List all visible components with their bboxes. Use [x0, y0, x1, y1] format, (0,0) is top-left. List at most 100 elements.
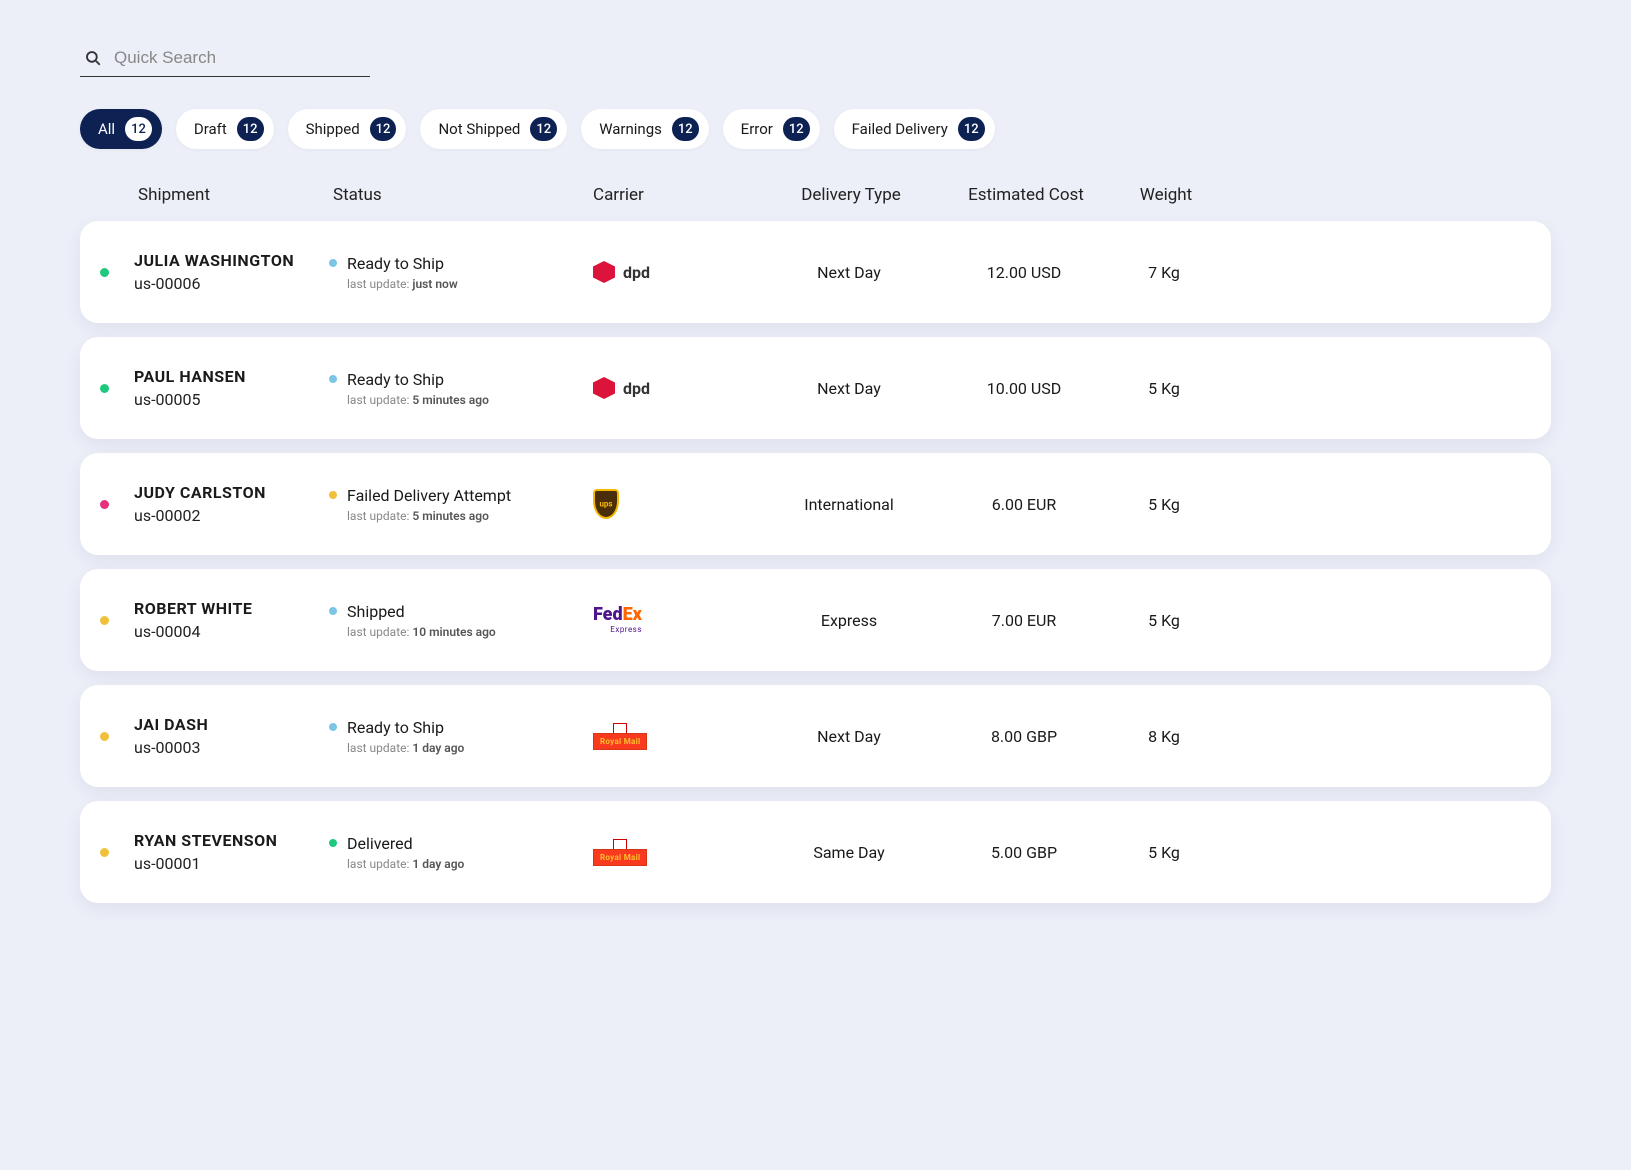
filter-label: Not Shipped	[438, 120, 520, 138]
status-bullet-icon	[329, 375, 337, 383]
row-status-dot-icon	[100, 500, 109, 509]
status-bullet-icon	[329, 839, 337, 847]
shipment-id: us-00004	[134, 622, 329, 641]
filter-count-badge: 12	[237, 117, 264, 141]
royalmail-text: Royal Mail	[593, 849, 647, 866]
shipment-id: us-00003	[134, 738, 329, 757]
shipment-row[interactable]: PAUL HANSEN us-00005 Ready to Ship last upd…	[80, 337, 1551, 439]
filter-label: Failed Delivery	[852, 120, 948, 138]
filter-count-badge: 12	[672, 117, 699, 141]
filter-label: Shipped	[306, 120, 360, 138]
status-last-update: last update: 1 day ago	[347, 857, 589, 871]
shipment-row[interactable]: RYAN STEVENSON us-00001 Delivered last upda…	[80, 801, 1551, 903]
shipments-list: JULIA WASHINGTON us-00006 Ready to Ship las…	[80, 221, 1551, 903]
status-text: Ready to Ship	[347, 254, 444, 273]
delivery-type: Next Day	[759, 727, 939, 746]
status-bullet-icon	[329, 723, 337, 731]
estimated-cost: 6.00 EUR	[939, 495, 1109, 514]
shipment-id: us-00006	[134, 274, 329, 293]
filter-chip-error[interactable]: Error 12	[723, 109, 820, 149]
filter-count-badge: 12	[958, 117, 985, 141]
filter-count-badge: 12	[530, 117, 557, 141]
filter-label: All	[98, 120, 115, 138]
shipment-name: JULIA WASHINGTON	[134, 251, 329, 270]
search-input[interactable]	[114, 48, 366, 68]
th-estimated-cost: Estimated Cost	[939, 185, 1109, 205]
th-delivery-type: Delivery Type	[759, 185, 939, 205]
carrier-logo-ups	[589, 489, 759, 519]
row-status-dot-icon	[100, 732, 109, 741]
shipment-row[interactable]: JULIA WASHINGTONus-00006Ready to Shiplas…	[80, 221, 1551, 323]
shipment-id: us-00005	[134, 390, 329, 409]
royalmail-logo: Royal Mail	[593, 839, 647, 866]
status-text: Delivered	[347, 834, 413, 853]
filter-chip-draft[interactable]: Draft 12	[176, 109, 274, 149]
royalmail-logo: Royal Mail	[593, 723, 647, 750]
filter-chip-warnings[interactable]: Warnings12	[581, 109, 708, 149]
carrier-logo-royalmail: Royal Mail	[589, 723, 759, 750]
filter-chips: All12Draft12Shipped12Not Shipped12Warnin…	[80, 109, 1551, 149]
filter-count-badge: 12	[370, 117, 397, 141]
status-bullet-icon	[329, 607, 337, 615]
status-text: Shipped	[347, 602, 405, 621]
weight: 5 Kg	[1109, 843, 1219, 862]
ups-shield-icon	[593, 489, 619, 519]
shipment-name: JUDY CARLSTON	[134, 483, 329, 502]
filter-label: Draft	[194, 120, 227, 138]
status-bullet-icon	[329, 491, 337, 499]
delivery-type: Same Day	[759, 843, 939, 862]
shipment-id: us-00001	[134, 854, 329, 873]
fedex-ex-text: Ex	[623, 604, 642, 625]
filter-label: Error	[741, 120, 773, 138]
shipment-row[interactable]: JUDY CARLSTONus-00002Failed Delivery Att…	[80, 453, 1551, 555]
weight: 5 Kg	[1109, 611, 1219, 630]
weight: 5 Kg	[1109, 379, 1219, 398]
delivery-type: Next Day	[759, 379, 939, 398]
search-icon	[84, 49, 102, 67]
shipment-name: RYAN STEVENSON	[134, 831, 329, 850]
estimated-cost: 12.00 USD	[939, 263, 1109, 282]
row-status-dot-icon	[100, 616, 109, 625]
dpd-cube-icon	[593, 377, 615, 399]
carrier-logo-royalmail: Royal Mail	[589, 839, 759, 866]
delivery-type: International	[759, 495, 939, 514]
filter-chip-all[interactable]: All 12	[80, 109, 162, 149]
th-carrier: Carrier	[589, 185, 759, 205]
shipment-row[interactable]: ROBERT WHITEus-00004Shippedlast update: …	[80, 569, 1551, 671]
filter-chip-failed-delivery[interactable]: Failed Delivery 12	[834, 109, 995, 149]
status-last-update: last update: 5 minutes ago	[347, 393, 589, 407]
carrier-logo-dpd: dpd	[589, 261, 759, 283]
shipment-name: PAUL HANSEN	[134, 367, 329, 386]
row-status-dot-icon	[100, 384, 109, 393]
estimated-cost: 10.00 USD	[939, 379, 1109, 398]
weight: 7 Kg	[1109, 263, 1219, 282]
status-bullet-icon	[329, 259, 337, 267]
delivery-type: Express	[759, 611, 939, 630]
shipment-row[interactable]: JAI DASHus-00003Ready to Shiplast update…	[80, 685, 1551, 787]
filter-count-badge: 12	[783, 117, 810, 141]
status-text: Ready to Ship	[347, 370, 444, 389]
dpd-text: dpd	[623, 379, 650, 398]
row-status-dot-icon	[100, 848, 109, 857]
carrier-logo-fedex: FedExExpress	[589, 607, 759, 632]
estimated-cost: 7.00 EUR	[939, 611, 1109, 630]
estimated-cost: 8.00 GBP	[939, 727, 1109, 746]
crown-icon	[613, 723, 627, 733]
row-status-dot-icon	[100, 268, 109, 277]
filter-chip-shipped[interactable]: Shipped 12	[288, 109, 407, 149]
filter-count-badge: 12	[125, 117, 152, 141]
dpd-cube-icon	[593, 261, 615, 283]
filter-chip-not-shipped[interactable]: Not Shipped 12	[420, 109, 567, 149]
crown-icon	[613, 839, 627, 849]
status-text: Ready to Ship	[347, 718, 444, 737]
status-last-update: last update: 5 minutes ago	[347, 509, 589, 523]
royalmail-text: Royal Mail	[593, 733, 647, 750]
fedex-fed-text: Fed	[593, 604, 623, 625]
th-weight: Weight	[1109, 185, 1219, 205]
dpd-text: dpd	[623, 263, 650, 282]
fedex-logo: FedExExpress	[593, 607, 642, 632]
weight: 8 Kg	[1109, 727, 1219, 746]
search-bar[interactable]	[80, 40, 370, 77]
weight: 5 Kg	[1109, 495, 1219, 514]
th-shipment: Shipment	[134, 185, 329, 205]
